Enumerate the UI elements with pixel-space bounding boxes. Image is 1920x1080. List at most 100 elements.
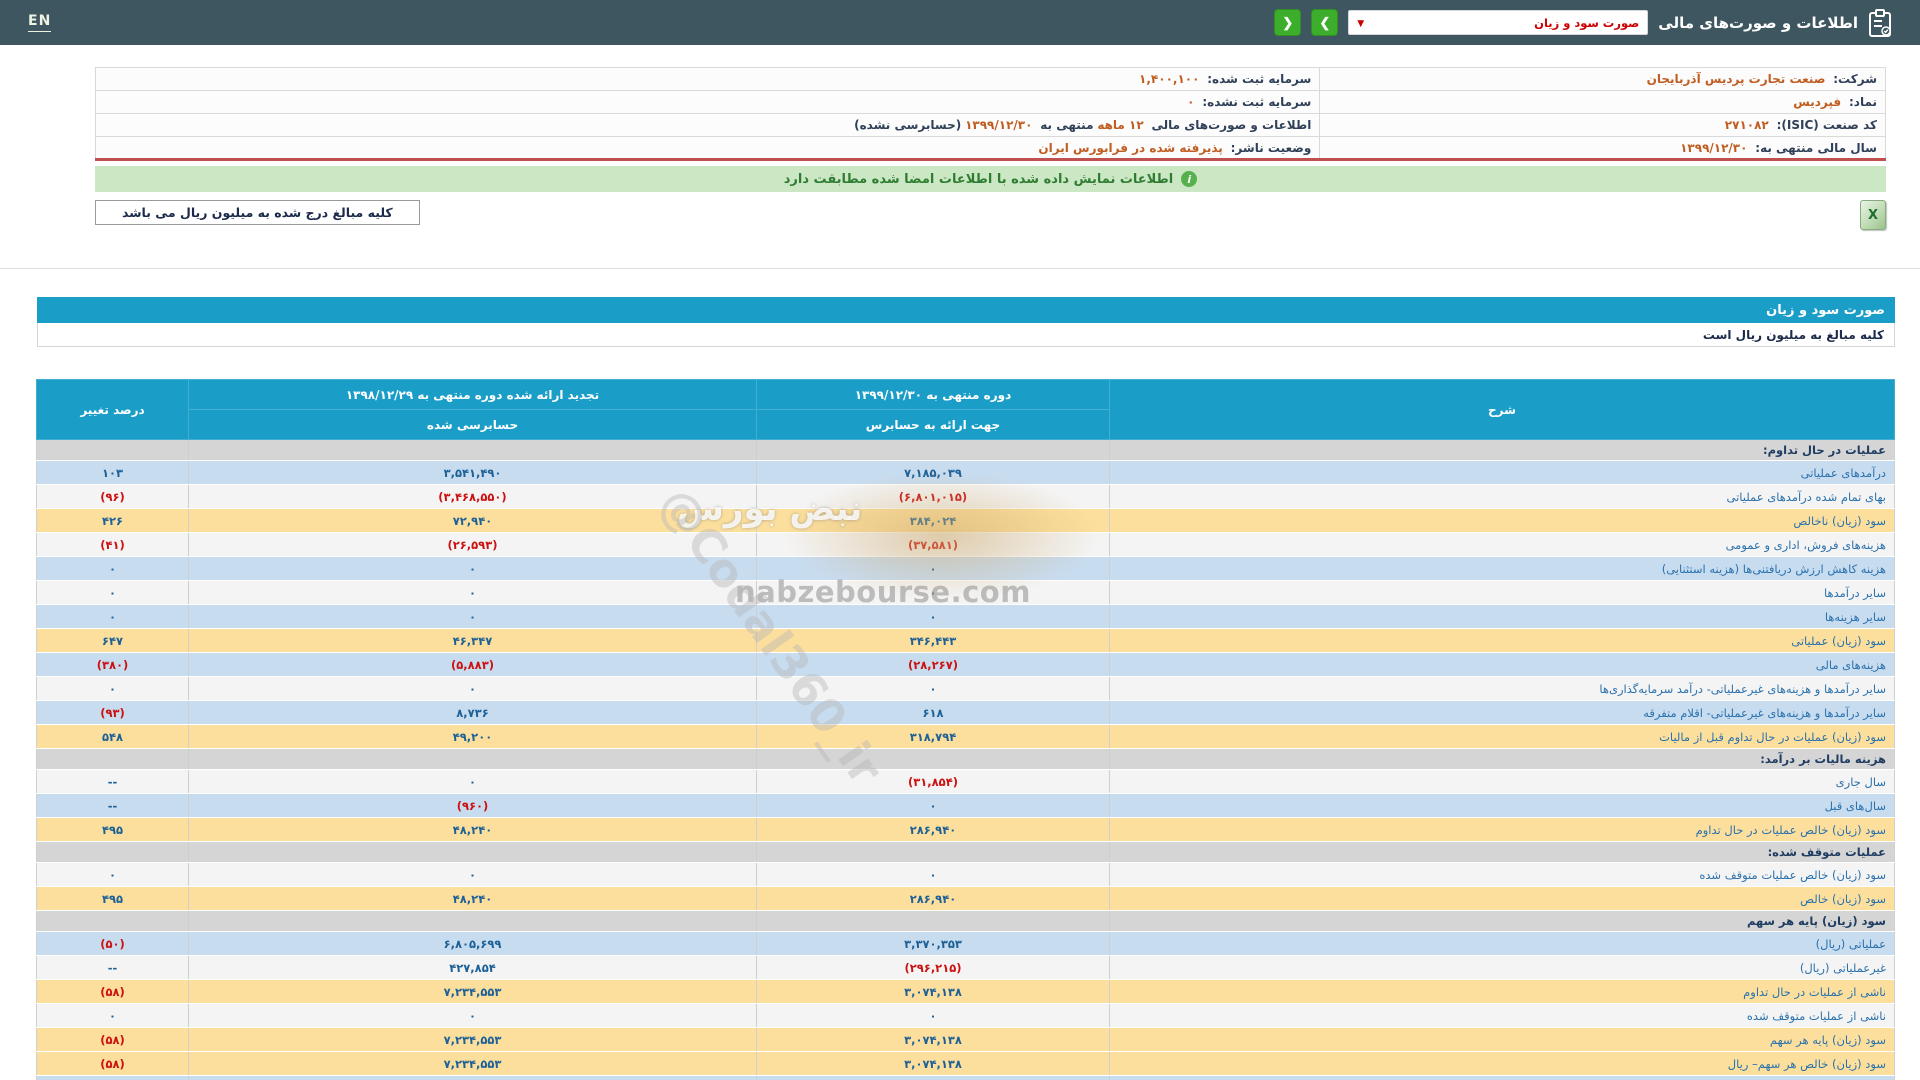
value-prior-period: (۲۶,۵۹۳)	[188, 532, 757, 557]
issuer-status-label: وضعیت ناشر:	[1230, 140, 1312, 155]
value-percent-change: (۵۰)	[36, 931, 189, 956]
table-row: سود (زیان) عملیاتی ۳۴۶,۴۴۳ ۴۶,۳۴۷ ۶۴۷	[36, 628, 1895, 653]
value-current-period: ۲۸۶,۹۴۰	[756, 817, 1110, 842]
value-percent-change: (۳۸۰)	[36, 652, 189, 677]
notice-text: اطلاعات نمایش داده شده با اطلاعات امضا ش…	[783, 171, 1174, 187]
symbol-value: فپردیس	[1793, 95, 1842, 109]
table-row: سود (زیان) عملیات در حال تداوم قبل از ما…	[36, 724, 1895, 749]
table-row: سایر درآمدها ۰ ۰ ۰	[36, 580, 1895, 605]
row-label: سایر درآمدها و هزینه‌های غیرعملیاتی- اقل…	[1109, 700, 1895, 725]
value-prior-period: ۰	[188, 580, 757, 605]
statement-table-wrap: شرح دوره منتهی به ۱۳۹۹/۱۲/۳۰ تجدید ارائه…	[36, 379, 1895, 1080]
statement-units-note: کلیه مبالغ به میلیون ریال است	[37, 323, 1895, 347]
next-statement-button[interactable]: ❯	[1311, 9, 1339, 36]
table-row: سود (زیان) خالص عملیات در حال تداوم ۲۸۶,۹…	[36, 817, 1895, 842]
value-prior-period: ۳,۵۴۱,۴۹۰	[188, 460, 757, 485]
amounts-unit-note: کلیه مبالغ درج شده به میلیون ریال می باش…	[95, 200, 420, 225]
value-percent-change: ۰	[36, 580, 189, 605]
page-title: اطلاعات و صورت‌های مالی	[1658, 13, 1858, 32]
value-percent-change: ۵۴۸	[36, 724, 189, 749]
value-current-period	[756, 748, 1110, 770]
value-percent-change	[36, 910, 189, 932]
value-current-period: ۳۸۴,۰۲۴	[756, 508, 1110, 533]
unregistered-capital-label: سرمایه ثبت نشده:	[1202, 95, 1312, 109]
value-prior-period: (۹۶۰)	[188, 793, 757, 818]
units-strip: X کلیه مبالغ درج شده به میلیون ریال می ب…	[95, 200, 1886, 234]
table-row: سال جاری (۳۱,۸۵۴) ۰ --	[36, 769, 1895, 794]
info-icon: i	[1181, 171, 1198, 187]
value-prior-period: ۷۲,۹۴۰	[188, 508, 757, 533]
section-row: عملیات در حال تداوم:	[36, 439, 1895, 461]
fiscal-year-label: سال مالی منتهی به:	[1755, 140, 1877, 155]
value-current-period: ۳,۰۷۴,۱۳۸	[756, 1051, 1110, 1076]
value-percent-change	[36, 841, 189, 863]
table-row: هزینه کاهش ارزش دریافتنی‌ها (هزینه استثن…	[36, 556, 1895, 581]
value-prior-period: ۴۶,۳۴۷	[188, 628, 757, 653]
value-prior-period: ۰	[188, 862, 757, 887]
value-percent-change: (۹۶)	[36, 484, 189, 509]
value-current-period: ۲۸۶,۹۴۰	[756, 886, 1110, 911]
topbar-controls: اطلاعات و صورت‌های مالی صورت سود و زیان …	[1274, 8, 1892, 37]
value-current-period	[756, 841, 1110, 863]
table-row: ناشی از عملیات در حال تداوم ۳,۰۷۴,۱۳۸ ۷,۲۳…	[36, 979, 1895, 1004]
value-percent-change: ۴۹۵	[36, 817, 189, 842]
col-subheader-current-audit: جهت ارائه به حسابرس	[756, 409, 1110, 440]
value-current-period: ۳۴۶,۴۴۳	[756, 628, 1110, 653]
row-label: درآمدهای عملیاتی	[1109, 460, 1895, 485]
registered-capital-value: ۱,۴۰۰,۱۰۰	[1139, 72, 1200, 86]
value-percent-change: (۵۸)	[36, 1027, 189, 1052]
value-current-period: ۰	[756, 676, 1110, 701]
prev-statement-button[interactable]: ❮	[1274, 9, 1302, 36]
row-label: سود (زیان) ناخالص	[1109, 508, 1895, 533]
value-current-period: ۳,۳۷۰,۳۵۳	[756, 931, 1110, 956]
company-info-row: نماد: فپردیس سرمایه ثبت نشده: ۰	[94, 90, 1886, 114]
value-percent-change	[36, 748, 189, 770]
value-percent-change	[36, 1075, 189, 1080]
value-current-period: ۰	[756, 604, 1110, 629]
value-percent-change: ۰	[36, 676, 189, 701]
value-current-period: ۳۱۸,۷۹۴	[756, 724, 1110, 749]
row-label: غیرعملیاتی (ریال)	[1109, 955, 1895, 980]
value-prior-period: ۷,۲۳۴,۵۵۳	[188, 979, 757, 1004]
period-length: ۱۲ ماهه	[1097, 118, 1144, 132]
col-header-description: شرح	[1109, 379, 1895, 440]
value-current-period	[756, 910, 1110, 932]
col-header-percent-change: درصد تغییر	[36, 379, 189, 440]
table-row: غیرعملیاتی (ریال) (۲۹۶,۲۱۵) ۴۲۷,۸۵۴ --	[36, 955, 1895, 980]
table-row: هزینه‌های فروش، اداری و عمومی (۳۷,۵۸۱) (۲۶…	[36, 532, 1895, 557]
value-current-period: ۶۱۸	[756, 700, 1110, 725]
language-toggle[interactable]: EN	[28, 13, 52, 32]
table-row: سایر هزینه‌ها ۰ ۰ ۰	[36, 604, 1895, 629]
value-prior-period: ۶,۸۰۵,۶۹۹	[188, 931, 757, 956]
value-prior-period: (۵,۸۸۳)	[188, 652, 757, 677]
section-title: سود (زیان) پایه هر سهم	[1109, 910, 1895, 932]
row-label: هزینه‌های فروش، اداری و عمومی	[1109, 532, 1895, 557]
value-current-period: (۶,۸۰۱,۰۱۵)	[756, 484, 1110, 509]
value-prior-period	[188, 1075, 757, 1080]
section-title: عملیات متوقف شده:	[1109, 841, 1895, 863]
value-current-period: ۰	[756, 793, 1110, 818]
row-label: سود (زیان) خالص عملیات در حال تداوم	[1109, 817, 1895, 842]
row-label: سود (زیان) خالص عملیات متوقف شده	[1109, 862, 1895, 887]
company-info-row: شرکت: صنعت تجارت پردیس آذربایجان سرمایه …	[94, 67, 1886, 91]
row-label: سود (زیان) خالص هر سهم– ریال	[1109, 1051, 1895, 1076]
issuer-status-value: پذیرفته شده در فرابورس ایران	[1038, 140, 1223, 155]
excel-export-icon[interactable]: X	[1860, 200, 1886, 230]
table-row: سود (زیان) پایه هر سهم ۳,۰۷۴,۱۳۸ ۷,۲۳۴,۵۵۳…	[36, 1027, 1895, 1052]
company-label: شرکت:	[1833, 72, 1877, 86]
row-label: عملیاتی (ریال)	[1109, 931, 1895, 956]
table-row: سود (زیان) خالص ۲۸۶,۹۴۰ ۴۸,۲۴۰ ۴۹۵	[36, 886, 1895, 911]
isic-label: کد صنعت (ISIC):	[1776, 118, 1877, 132]
value-percent-change	[36, 439, 189, 461]
statement-section: صورت سود و زیان کلیه مبالغ به میلیون ریا…	[36, 297, 1895, 1080]
col-subheader-prior-audited: حسابرسی شده	[188, 409, 757, 440]
symbol-label: نماد:	[1848, 95, 1877, 109]
statement-type-select[interactable]: صورت سود و زیان ▼	[1348, 10, 1649, 35]
statement-table: شرح دوره منتهی به ۱۳۹۹/۱۲/۳۰ تجدید ارائه…	[36, 379, 1895, 1080]
value-prior-period	[188, 910, 757, 932]
value-percent-change: (۴۱)	[36, 532, 189, 557]
value-current-period: ۰	[756, 580, 1110, 605]
row-label: سال جاری	[1109, 769, 1895, 794]
table-row: درآمدهای عملیاتی ۷,۱۸۵,۰۳۹ ۳,۵۴۱,۴۹۰ ۱۰۳	[36, 460, 1895, 485]
row-label: بهای تمام شده درآمدهای عملیاتی	[1109, 484, 1895, 509]
